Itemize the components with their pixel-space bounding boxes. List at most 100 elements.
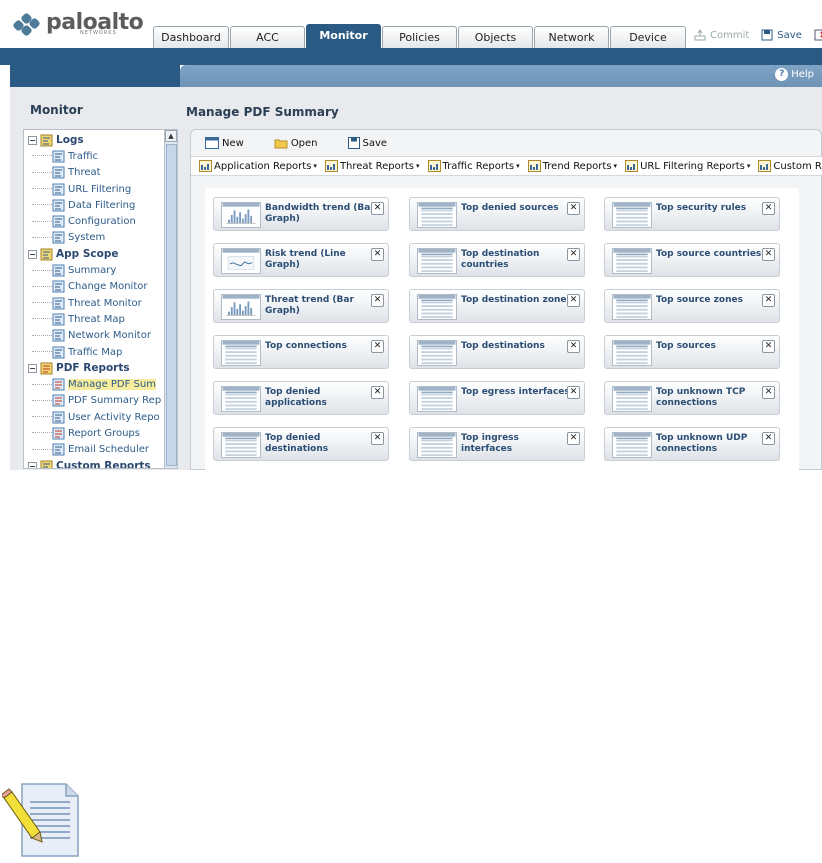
tree-node-custom-reports[interactable]: − Custom Reports xyxy=(28,458,161,468)
tree-node-pdf-reports[interactable]: − PDF Reports xyxy=(28,360,161,376)
tab-acc[interactable]: ACC xyxy=(230,26,305,48)
report-card[interactable]: Risk trend (Line Graph) ✕ xyxy=(213,243,389,277)
scroll-up-icon[interactable]: ▲ xyxy=(165,130,177,142)
tab-objects[interactable]: Objects xyxy=(458,26,533,48)
tree-node-manage-pdf-sum[interactable]: Manage PDF Sum xyxy=(28,376,161,392)
open-label: Open xyxy=(290,137,318,149)
collapse-icon[interactable]: − xyxy=(28,363,37,373)
tree-node-data-filtering[interactable]: Data Filtering xyxy=(28,197,161,213)
report-card[interactable]: Top unknown UDP connections ✕ xyxy=(604,427,780,461)
table-thumbnail-icon xyxy=(221,340,261,366)
tree-node-change-monitor[interactable]: Change Monitor xyxy=(28,279,161,295)
report-card[interactable]: Threat trend (Bar Graph) ✕ xyxy=(213,289,389,323)
url-filtering-icon xyxy=(52,183,65,196)
tree-node-app-scope[interactable]: − App Scope xyxy=(28,246,161,262)
line-graph-thumbnail-icon xyxy=(221,248,261,274)
scrollbar-thumb[interactable] xyxy=(166,144,177,466)
tree-node-network-monitor[interactable]: Network Monitor xyxy=(28,328,161,344)
remove-icon[interactable]: ✕ xyxy=(567,294,580,307)
pdf-reports-icon xyxy=(40,362,53,375)
commit-button[interactable]: Commit xyxy=(694,29,749,41)
report-card[interactable]: Top security rules ✕ xyxy=(604,197,780,231)
table-thumbnail-icon xyxy=(417,248,457,274)
remove-icon[interactable]: ✕ xyxy=(567,340,580,353)
remove-icon[interactable]: ✕ xyxy=(762,248,775,261)
remove-icon[interactable]: ✕ xyxy=(567,386,580,399)
menu-traffic-reports[interactable]: Traffic Reports ▾ xyxy=(427,160,520,172)
report-card[interactable]: Top egress interfaces ✕ xyxy=(409,381,585,415)
report-card[interactable]: Top source zones ✕ xyxy=(604,289,780,323)
report-card[interactable]: Top denied destinations ✕ xyxy=(213,427,389,461)
tree-node-summary[interactable]: Summary xyxy=(28,262,161,278)
report-card[interactable]: Top unknown TCP connections ✕ xyxy=(604,381,780,415)
tree-node-logs[interactable]: − Logs xyxy=(28,132,161,148)
report-card[interactable]: Top denied applications ✕ xyxy=(213,381,389,415)
tree-node-threat-monitor[interactable]: Threat Monitor xyxy=(28,295,161,311)
report-card[interactable]: Top source countries ✕ xyxy=(604,243,780,277)
tree-node-configuration[interactable]: Configuration xyxy=(28,213,161,229)
report-card-title: Top source zones xyxy=(656,295,743,305)
remove-icon[interactable]: ✕ xyxy=(567,248,580,261)
remove-icon[interactable]: ✕ xyxy=(567,202,580,215)
pdf-icon xyxy=(52,394,65,407)
remove-icon[interactable]: ✕ xyxy=(371,340,384,353)
report-card[interactable]: Top destination countries ✕ xyxy=(409,243,585,277)
remove-icon[interactable]: ✕ xyxy=(371,248,384,261)
menu-custom-reports[interactable]: Custom Reports▾ xyxy=(758,160,822,172)
remove-icon[interactable]: ✕ xyxy=(371,294,384,307)
remove-icon[interactable]: ✕ xyxy=(371,386,384,399)
tab-network[interactable]: Network xyxy=(534,26,609,48)
brand-sub: NETWORKS xyxy=(80,30,117,36)
save-button[interactable]: Save xyxy=(347,137,387,149)
tab-policies[interactable]: Policies xyxy=(382,26,457,48)
tree-node-threat-map[interactable]: Threat Map xyxy=(28,311,161,327)
remove-icon[interactable]: ✕ xyxy=(762,432,775,445)
menu-application-reports[interactable]: Application Reports ▾ xyxy=(199,160,317,172)
report-card[interactable]: Top destinations ✕ xyxy=(409,335,585,369)
tree-node-user-activity-repo[interactable]: User Activity Repo xyxy=(28,409,161,425)
help-button[interactable]: ? Help xyxy=(775,68,814,81)
remove-icon[interactable]: ✕ xyxy=(371,202,384,215)
tree-node-traffic[interactable]: Traffic xyxy=(28,148,161,164)
report-card[interactable]: Bandwidth trend (Bar Graph) ✕ xyxy=(213,197,389,231)
tree-node-traffic-map[interactable]: Traffic Map xyxy=(28,344,161,360)
new-button[interactable]: New xyxy=(205,137,244,149)
tree-connector xyxy=(32,377,52,385)
remove-icon[interactable]: ✕ xyxy=(762,386,775,399)
report-card[interactable]: Top denied sources ✕ xyxy=(409,197,585,231)
tree-node-system[interactable]: System xyxy=(28,230,161,246)
logout-icon[interactable] xyxy=(814,28,822,42)
remove-icon[interactable]: ✕ xyxy=(762,294,775,307)
remove-icon[interactable]: ✕ xyxy=(762,202,775,215)
tab-dashboard[interactable]: Dashboard xyxy=(153,26,229,48)
remove-icon[interactable]: ✕ xyxy=(567,432,580,445)
report-card-title: Threat trend (Bar Graph) xyxy=(265,295,354,316)
remove-icon[interactable]: ✕ xyxy=(371,432,384,445)
header-save-button[interactable]: Save xyxy=(761,29,802,41)
report-card[interactable]: Top sources ✕ xyxy=(604,335,780,369)
collapse-icon[interactable]: − xyxy=(28,249,37,259)
tree-node-label: Threat Map xyxy=(68,313,125,325)
collapse-icon[interactable]: − xyxy=(28,461,37,468)
tree-node-label: Traffic xyxy=(68,150,99,162)
tree-node-threat[interactable]: Threat xyxy=(28,165,161,181)
tree-node-pdf-summary-rep[interactable]: PDF Summary Rep xyxy=(28,393,161,409)
menu-trend-reports[interactable]: Trend Reports ▾ xyxy=(527,160,617,172)
report-card-title: Top denied sources xyxy=(461,203,559,213)
tab-device[interactable]: Device xyxy=(610,26,686,48)
tree-scrollbar[interactable]: ▲ xyxy=(164,130,177,468)
report-card[interactable]: Top connections ✕ xyxy=(213,335,389,369)
tab-monitor[interactable]: Monitor xyxy=(306,24,381,48)
open-button[interactable]: Open xyxy=(274,137,318,149)
report-card[interactable]: Top destination zones ✕ xyxy=(409,289,585,323)
tree-node-report-groups[interactable]: Report Groups xyxy=(28,425,161,441)
tree-node-url-filtering[interactable]: URL Filtering xyxy=(28,181,161,197)
menu-url-filtering-reports[interactable]: URL Filtering Reports ▾ xyxy=(625,160,750,172)
menu-threat-reports[interactable]: Threat Reports ▾ xyxy=(324,160,420,172)
tree-node-email-scheduler[interactable]: Email Scheduler xyxy=(28,442,161,458)
collapse-icon[interactable]: − xyxy=(28,135,37,145)
remove-icon[interactable]: ✕ xyxy=(762,340,775,353)
tree-node-label: Manage PDF Sum xyxy=(68,379,156,391)
navigation-tree: − Logs Traffic Threat URL Filtering Data Filt… xyxy=(23,129,178,469)
report-card[interactable]: Top ingress interfaces ✕ xyxy=(409,427,585,461)
